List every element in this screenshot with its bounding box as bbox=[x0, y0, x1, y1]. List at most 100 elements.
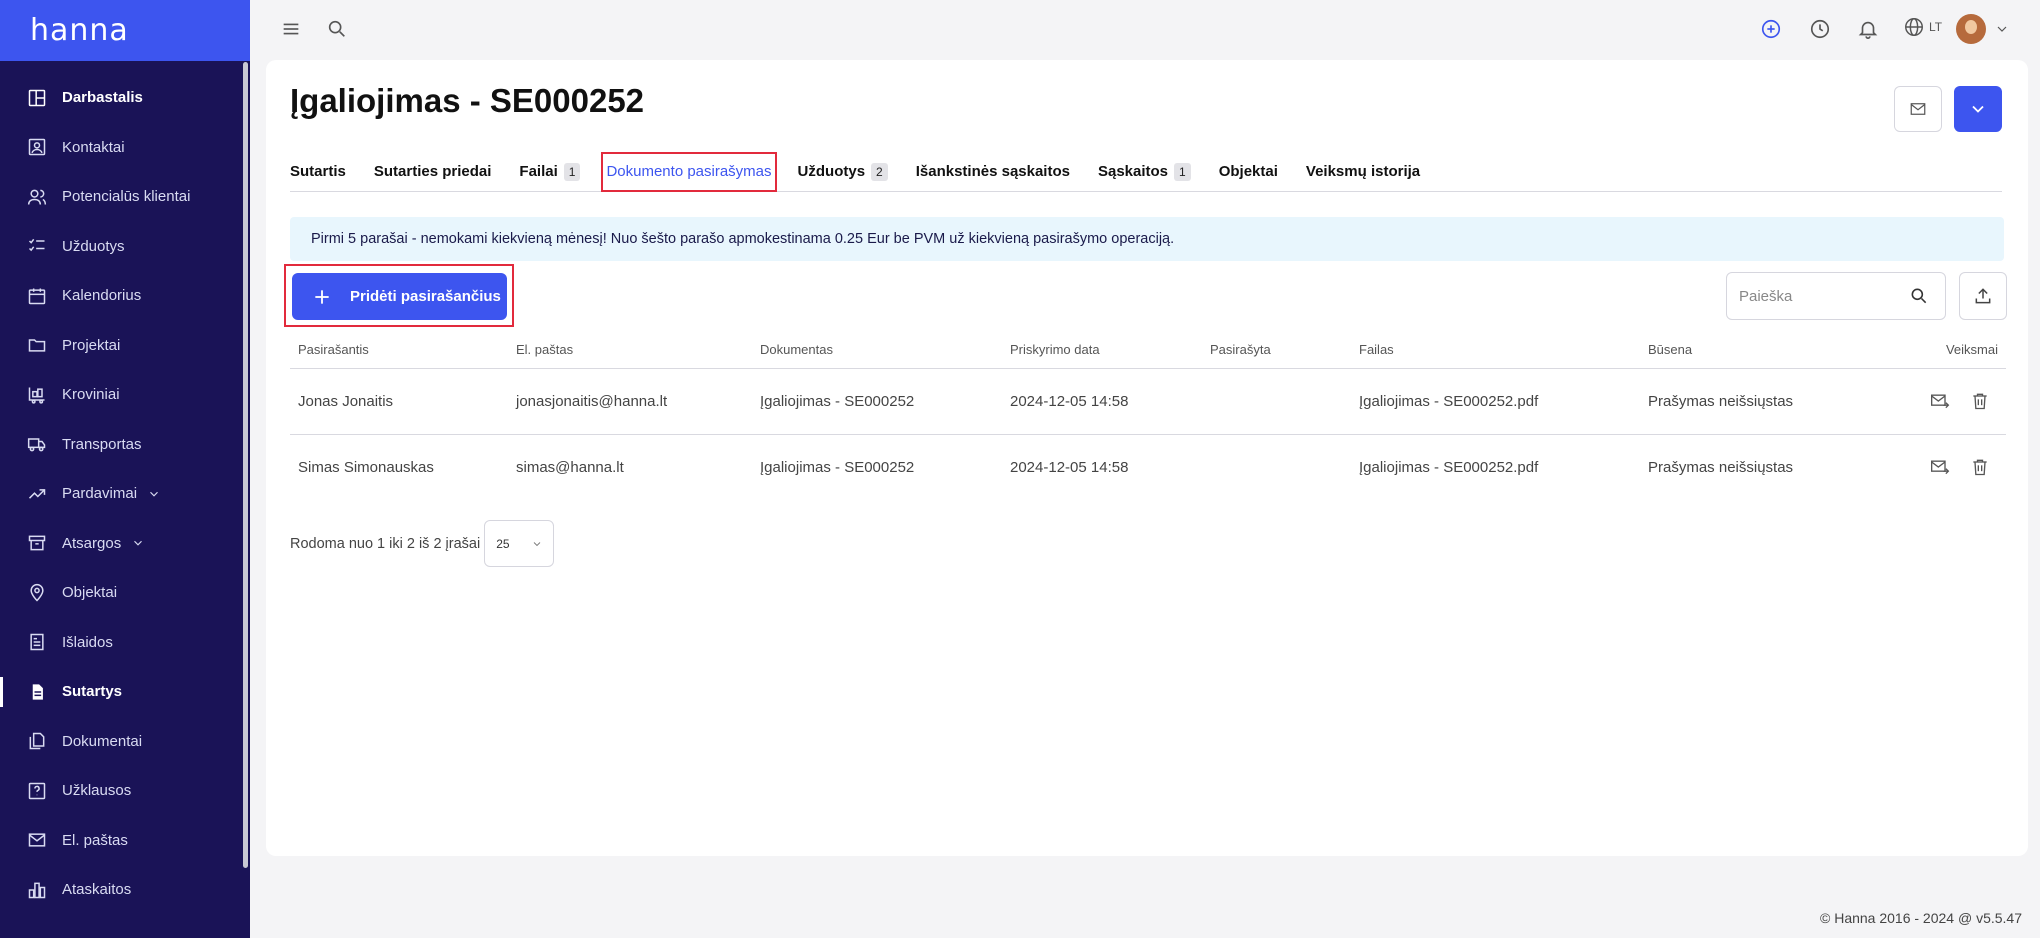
column-header[interactable]: Dokumentas bbox=[752, 332, 1002, 369]
chevron-down-icon[interactable] bbox=[147, 487, 161, 501]
sidebar-item-potencialus-klientai[interactable]: Potencialūs klientai bbox=[0, 172, 250, 222]
page-size-value: 25 bbox=[496, 536, 510, 551]
sidebar-nav: Darbastalis Kontaktai Potencialūs klient… bbox=[0, 61, 250, 915]
tab-isankstines-saskaitos[interactable]: Išankstinės sąskaitos bbox=[916, 152, 1070, 192]
tab-sutarties-priedai[interactable]: Sutarties priedai bbox=[374, 152, 492, 192]
add-signers-button[interactable]: Pridėti pasirašančius bbox=[292, 273, 507, 320]
calendar-icon bbox=[26, 285, 48, 307]
plus-icon bbox=[315, 289, 329, 304]
sidebar-item-label: Užduotys bbox=[62, 237, 125, 255]
add-circle-icon[interactable] bbox=[1756, 14, 1786, 44]
sidebar-item-el-pastas[interactable]: El. paštas bbox=[0, 816, 250, 866]
tab-dokumento-pasirasymas[interactable]: Dokumento pasirašymas bbox=[601, 151, 777, 192]
page-size-select[interactable]: 25 bbox=[484, 520, 555, 567]
sidebar-item-ataskaitos[interactable]: Ataskaitos bbox=[0, 865, 250, 915]
count-badge: 2 bbox=[871, 162, 888, 181]
tab-label: Išankstinės sąskaitos bbox=[915, 163, 1070, 180]
tab-uzduotys[interactable]: Užduotys 2 bbox=[798, 152, 888, 192]
sidebar-item-dokumentai[interactable]: Dokumentai bbox=[0, 717, 250, 767]
signer-name: Simas Simonauskas bbox=[298, 458, 434, 476]
sidebar-item-label: Užklausos bbox=[62, 782, 132, 800]
copyright: © Hanna 2016 - 2024 @ v5.5.47 bbox=[1820, 910, 2022, 926]
tab-label: Sutartis bbox=[290, 163, 346, 180]
sidebar-item-label: Ataskaitos bbox=[62, 881, 132, 899]
tab-label: Objektai bbox=[1218, 163, 1278, 180]
file-name[interactable]: Įgaliojimas - SE000252.pdf bbox=[1351, 434, 1640, 500]
sidebar-item-atsargos[interactable]: Atsargos bbox=[0, 519, 250, 569]
signer-email: simas@hanna.lt bbox=[516, 458, 624, 476]
tab-veiksmu-istorija[interactable]: Veiksmų istorija bbox=[1306, 152, 1420, 192]
sidebar-item-projektai[interactable]: Projektai bbox=[0, 321, 250, 371]
send-request-icon[interactable] bbox=[1926, 453, 1954, 481]
sidebar-item-uzklausos[interactable]: Užklausos bbox=[0, 766, 250, 816]
column-header[interactable]: Failas bbox=[1351, 332, 1640, 369]
mail-icon bbox=[26, 829, 48, 851]
chevron-down-icon[interactable] bbox=[1987, 14, 2017, 44]
tab-saskaitos[interactable]: Sąskaitos 1 bbox=[1098, 152, 1191, 192]
question-icon bbox=[26, 780, 48, 802]
column-header[interactable]: Pasirašantis bbox=[290, 332, 508, 369]
tab-objektai[interactable]: Objektai bbox=[1219, 152, 1278, 192]
tab-failai[interactable]: Failai 1 bbox=[519, 152, 581, 192]
file-name[interactable]: Įgaliojimas - SE000252.pdf bbox=[1351, 368, 1640, 435]
logo-bar: hanna bbox=[0, 0, 250, 61]
avatar[interactable] bbox=[1956, 14, 1986, 44]
add-signers-label: Pridėti pasirašančius bbox=[350, 288, 501, 305]
sidebar-item-label: Sutartys bbox=[62, 683, 123, 701]
tab-label: Veiksmų istorija bbox=[1305, 163, 1421, 180]
signer-name: Jonas Jonaitis bbox=[290, 368, 508, 435]
sidebar-item-label: Kontaktai bbox=[62, 138, 125, 156]
sidebar-item-uzduotys[interactable]: Užduotys bbox=[0, 222, 250, 272]
table-row: Simas Simonauskas simas@hanna.lt Įgalioj… bbox=[290, 434, 2006, 500]
sidebar-item-islaidos[interactable]: Išlaidos bbox=[0, 618, 250, 668]
language-switcher[interactable]: LT bbox=[1903, 16, 1942, 38]
column-header[interactable]: Pasirašyta bbox=[1202, 332, 1351, 369]
delete-icon[interactable] bbox=[1966, 387, 1994, 415]
menu-icon[interactable] bbox=[276, 14, 306, 44]
sidebar-item-kontaktai[interactable]: Kontaktai bbox=[0, 123, 250, 173]
sidebar-scrollbar[interactable] bbox=[243, 62, 248, 868]
sidebar-item-kalendorius[interactable]: Kalendorius bbox=[0, 271, 250, 321]
column-header[interactable]: Būsena bbox=[1640, 332, 1840, 369]
sidebar-item-sutartys[interactable]: Sutartys bbox=[0, 667, 250, 717]
sidebar-item-label: Atsargos bbox=[62, 534, 122, 552]
send-request-icon[interactable] bbox=[1926, 387, 1954, 415]
sidebar-item-label: Transportas bbox=[62, 435, 142, 453]
clock-icon[interactable] bbox=[1805, 14, 1835, 44]
sidebar-item-label: Pardavimai bbox=[62, 485, 138, 503]
search-icon[interactable] bbox=[322, 14, 352, 44]
cargo-icon bbox=[26, 384, 48, 406]
delete-icon[interactable] bbox=[1966, 453, 1994, 481]
add-signers-highlight: Pridėti pasirašančius bbox=[284, 264, 514, 327]
row-actions bbox=[1840, 434, 2006, 500]
column-header[interactable]: Priskyrimo data bbox=[1002, 332, 1202, 369]
app-logo[interactable]: hanna bbox=[30, 13, 129, 48]
sidebar-item-pardavimai[interactable]: Pardavimai bbox=[0, 469, 250, 519]
trend-icon bbox=[26, 483, 48, 505]
tab-bar: Sutartis Sutarties priedai Failai 1 Dokum… bbox=[290, 151, 2002, 192]
documents-icon bbox=[26, 730, 48, 752]
sidebar-item-darbastalis[interactable]: Darbastalis bbox=[0, 73, 250, 123]
export-button[interactable] bbox=[1959, 272, 2007, 320]
reports-icon bbox=[26, 879, 48, 901]
send-email-button[interactable] bbox=[1894, 86, 1942, 132]
chevron-down-icon[interactable] bbox=[131, 536, 145, 550]
tab-sutartis[interactable]: Sutartis bbox=[290, 152, 346, 192]
bell-icon[interactable] bbox=[1853, 14, 1883, 44]
pagination-summary: Rodoma nuo 1 iki 2 iš 2 įrašai bbox=[290, 535, 481, 552]
upload-icon bbox=[1975, 288, 1991, 304]
document-name: Įgaliojimas - SE000252 bbox=[752, 368, 1002, 435]
tab-label: Failai bbox=[519, 163, 558, 180]
sidebar-item-label: Objektai bbox=[62, 584, 118, 602]
search-input[interactable] bbox=[1739, 287, 1909, 305]
column-header[interactable]: El. paštas bbox=[508, 332, 752, 369]
sidebar-item-label: Dokumentai bbox=[62, 732, 143, 750]
document-name: Įgaliojimas - SE000252 bbox=[760, 458, 915, 476]
actions-dropdown-button[interactable] bbox=[1954, 86, 2002, 132]
leads-icon bbox=[26, 186, 48, 208]
sidebar-item-objektai[interactable]: Objektai bbox=[0, 568, 250, 618]
search-icon[interactable] bbox=[1909, 286, 1929, 306]
sidebar-item-kroviniai[interactable]: Kroviniai bbox=[0, 370, 250, 420]
signers-table: Pasirašantis El. paštas Dokumentas Prisk… bbox=[290, 332, 2006, 500]
sidebar-item-transportas[interactable]: Transportas bbox=[0, 420, 250, 470]
